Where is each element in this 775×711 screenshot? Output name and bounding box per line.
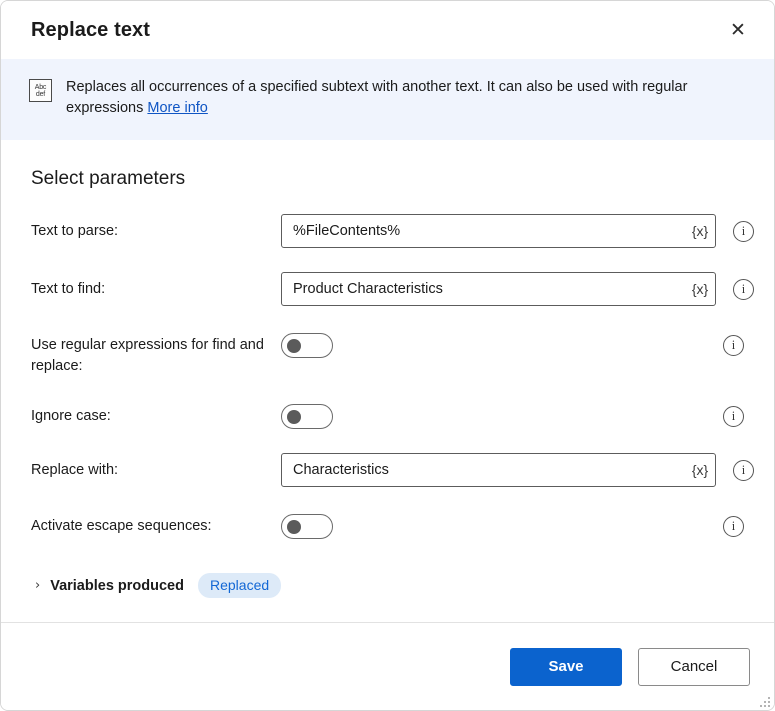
field-row-text-to-parse: Text to parse: %FileContents% {x} i — [31, 214, 744, 248]
control-activate-escape-sequences: i — [281, 511, 744, 539]
replace-with-input[interactable]: Characteristics {x} — [281, 453, 716, 487]
label-ignore-case: Ignore case: — [31, 401, 281, 427]
variable-badge-replaced[interactable]: Replaced — [198, 573, 281, 598]
info-icon-text-to-parse[interactable]: i — [733, 221, 754, 242]
variable-picker-icon-replace-with[interactable]: {x} — [685, 454, 715, 486]
variables-produced-label[interactable]: Variables produced — [50, 578, 184, 594]
toggle-activate-escape-sequences[interactable] — [281, 514, 333, 539]
close-icon: ✕ — [730, 21, 746, 40]
replace-text-dialog: Replace text ✕ Abc def Replaces all occu… — [0, 0, 775, 711]
field-row-replace-with: Replace with: Characteristics {x} i — [31, 453, 744, 487]
control-use-regex: i — [281, 330, 744, 358]
text-to-find-value: Product Characteristics — [282, 281, 685, 297]
toggle-knob — [287, 339, 301, 353]
variable-picker-icon-text-to-parse[interactable]: {x} — [685, 215, 715, 247]
info-banner-text: Replaces all occurrences of a specified … — [66, 77, 726, 119]
label-use-regex: Use regular expressions for find and rep… — [31, 330, 281, 377]
info-banner: Abc def Replaces all occurrences of a sp… — [1, 59, 774, 140]
info-icon-ignore-case[interactable]: i — [723, 406, 744, 427]
variable-picker-icon-text-to-find[interactable]: {x} — [685, 273, 715, 305]
field-row-use-regex: Use regular expressions for find and rep… — [31, 330, 744, 377]
control-text-to-parse: %FileContents% {x} i — [281, 214, 754, 248]
toggle-knob — [287, 520, 301, 534]
info-icon-replace-with[interactable]: i — [733, 460, 754, 481]
toggle-use-regex[interactable] — [281, 333, 333, 358]
dialog-titlebar: Replace text ✕ — [1, 1, 774, 59]
dialog-footer: Save Cancel — [1, 622, 774, 710]
text-to-find-input[interactable]: Product Characteristics {x} — [281, 272, 716, 306]
text-to-parse-input[interactable]: %FileContents% {x} — [281, 214, 716, 248]
label-text-to-parse: Text to parse: — [31, 214, 281, 242]
toggle-ignore-case[interactable] — [281, 404, 333, 429]
control-text-to-find: Product Characteristics {x} i — [281, 272, 754, 306]
control-ignore-case: i — [281, 401, 744, 429]
label-replace-with: Replace with: — [31, 453, 281, 481]
field-row-text-to-find: Text to find: Product Characteristics {x… — [31, 272, 744, 306]
section-title: Select parameters — [31, 168, 744, 190]
label-activate-escape-sequences: Activate escape sequences: — [31, 511, 281, 537]
replace-with-value: Characteristics — [282, 462, 685, 478]
abc-def-icon-line1: Abc — [35, 84, 46, 91]
field-row-activate-escape-sequences: Activate escape sequences: i — [31, 511, 744, 539]
chevron-right-icon[interactable]: › — [35, 578, 40, 593]
save-button[interactable]: Save — [510, 648, 622, 686]
close-button[interactable]: ✕ — [716, 12, 760, 48]
more-info-link[interactable]: More info — [147, 100, 207, 116]
abc-def-icon-line2: def — [36, 91, 45, 98]
dialog-body: Select parameters Text to parse: %FileCo… — [1, 140, 774, 622]
variables-produced-section[interactable]: › Variables produced Replaced — [35, 573, 744, 598]
info-icon-text-to-find[interactable]: i — [733, 279, 754, 300]
toggle-knob — [287, 410, 301, 424]
control-replace-with: Characteristics {x} i — [281, 453, 754, 487]
page-title: Replace text — [31, 19, 716, 42]
info-icon-activate-escape-sequences[interactable]: i — [723, 516, 744, 537]
cancel-button[interactable]: Cancel — [638, 648, 750, 686]
label-text-to-find: Text to find: — [31, 272, 281, 300]
field-row-ignore-case: Ignore case: i — [31, 401, 744, 429]
info-icon-use-regex[interactable]: i — [723, 335, 744, 356]
abc-def-text-icon: Abc def — [29, 79, 52, 102]
text-to-parse-value: %FileContents% — [282, 223, 685, 239]
resize-grip[interactable] — [757, 694, 770, 707]
